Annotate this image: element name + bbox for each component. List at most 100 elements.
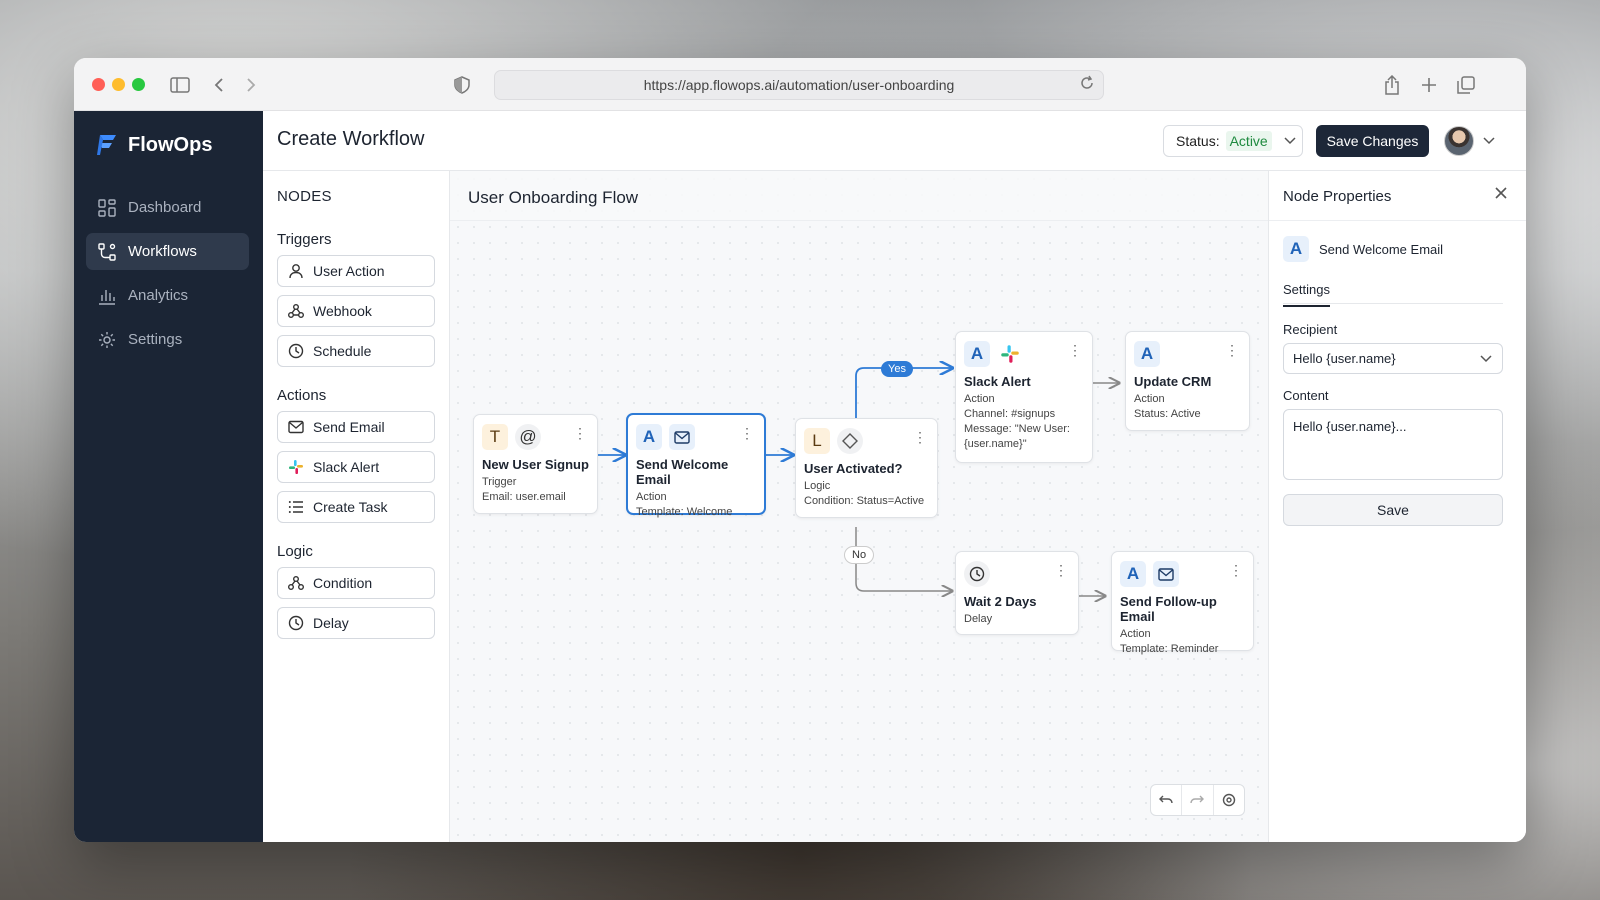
minimize-window-button[interactable] xyxy=(112,78,125,91)
workflow-canvas[interactable]: User Onboarding Flow Yes No T @ ⋮ New Us… xyxy=(450,171,1268,842)
palette-item-schedule[interactable]: Schedule xyxy=(277,335,435,367)
slack-icon xyxy=(997,341,1023,367)
node-menu-icon[interactable]: ⋮ xyxy=(1068,342,1082,359)
edge-label-no: No xyxy=(844,546,875,564)
save-button[interactable]: Save xyxy=(1283,494,1503,526)
action-badge: A xyxy=(1283,236,1309,262)
content-textarea[interactable]: Hello {user.name}... xyxy=(1283,409,1503,480)
action-badge: A xyxy=(1134,341,1160,367)
palette-item-delay[interactable]: Delay xyxy=(277,607,435,639)
sidebar-item-dashboard[interactable]: Dashboard xyxy=(86,189,249,226)
new-tab-icon[interactable] xyxy=(1416,72,1442,98)
node-new-user-signup[interactable]: T @ ⋮ New User Signup Trigger Email: use… xyxy=(473,414,598,514)
account-menu-chevron-icon[interactable] xyxy=(1483,137,1495,145)
node-title: User Activated? xyxy=(804,461,903,476)
node-type: Action xyxy=(636,491,667,503)
node-user-activated[interactable]: L ⋮ User Activated? Logic Condition: Sta… xyxy=(795,418,938,518)
node-detail: Status: Active xyxy=(1134,408,1201,420)
palette-item-send-email[interactable]: Send Email xyxy=(277,411,435,443)
node-menu-icon[interactable]: ⋮ xyxy=(913,429,927,446)
clock-icon xyxy=(288,343,304,359)
node-title: Slack Alert xyxy=(964,374,1031,389)
palette-item-slack-alert[interactable]: Slack Alert xyxy=(277,451,435,483)
tabs-overview-icon[interactable] xyxy=(1453,72,1479,98)
status-dropdown[interactable]: Status: Active xyxy=(1163,125,1303,157)
node-title: Wait 2 Days xyxy=(964,594,1037,609)
close-icon[interactable] xyxy=(1494,186,1508,205)
action-badge: A xyxy=(636,424,662,450)
palette-item-condition[interactable]: Condition xyxy=(277,567,435,599)
palette-item-create-task[interactable]: Create Task xyxy=(277,491,435,523)
redo-icon[interactable] xyxy=(1182,785,1214,815)
maximize-window-button[interactable] xyxy=(132,78,145,91)
flowops-logo-icon xyxy=(97,135,116,155)
workflow-icon xyxy=(98,242,116,261)
node-wait-2-days[interactable]: ⋮ Wait 2 Days Delay xyxy=(955,551,1079,635)
node-send-welcome-email[interactable]: A ⋮ Send Welcome Email Action Template: … xyxy=(626,413,766,518)
close-window-button[interactable] xyxy=(92,78,105,91)
recipient-value: Hello {user.name} xyxy=(1293,351,1396,366)
reload-icon[interactable] xyxy=(1079,75,1095,94)
node-detail: Template: Reminder xyxy=(1120,643,1219,655)
list-icon xyxy=(288,501,303,513)
sidebar-item-analytics[interactable]: Analytics xyxy=(86,277,249,314)
selected-node-summary: A Send Welcome Email xyxy=(1283,236,1443,262)
recipient-select[interactable]: Hello {user.name} xyxy=(1283,343,1503,374)
palette-item-webhook[interactable]: Webhook xyxy=(277,295,435,327)
tab-divider xyxy=(1283,303,1503,304)
palette-section-logic: Logic xyxy=(277,543,313,560)
grid-icon xyxy=(98,198,116,217)
avatar[interactable] xyxy=(1444,126,1474,156)
chevron-down-icon xyxy=(1480,351,1492,366)
save-changes-button[interactable]: Save Changes xyxy=(1316,125,1429,157)
palette-section-triggers: Triggers xyxy=(277,231,332,248)
mail-icon xyxy=(669,424,695,450)
share-icon[interactable] xyxy=(1379,72,1405,98)
user-icon xyxy=(289,264,303,279)
properties-header: Node Properties xyxy=(1269,171,1526,221)
palette-item-label: Condition xyxy=(313,575,373,591)
node-title: New User Signup xyxy=(482,457,589,472)
node-send-follow-up-email[interactable]: A ⋮ Send Follow-up Email Action Template… xyxy=(1111,551,1254,655)
palette-item-label: Webhook xyxy=(313,303,372,319)
sidebar-item-settings[interactable]: Settings xyxy=(86,321,249,358)
node-menu-icon[interactable]: ⋮ xyxy=(740,425,754,442)
palette-item-user-action[interactable]: User Action xyxy=(277,255,435,287)
undo-icon[interactable] xyxy=(1151,785,1183,815)
action-badge: A xyxy=(1120,561,1146,587)
node-type: Action xyxy=(964,393,995,405)
action-badge: A xyxy=(964,341,990,367)
url-text: https://app.flowops.ai/automation/user-o… xyxy=(643,77,955,93)
palette-section-actions: Actions xyxy=(277,387,327,404)
node-detail: Channel: #signups xyxy=(964,408,1056,420)
webhook-icon xyxy=(288,304,304,318)
palette-item-label: Send Email xyxy=(313,419,385,435)
node-update-crm[interactable]: A ⋮ Update CRM Action Status: Active xyxy=(1125,331,1250,431)
node-slack-alert[interactable]: A ⋮ Slack Alert Action Channel: #signups… xyxy=(955,331,1093,463)
mail-icon xyxy=(1153,561,1179,587)
address-bar[interactable]: https://app.flowops.ai/automation/user-o… xyxy=(494,70,1104,100)
trigger-badge: T xyxy=(482,424,508,450)
node-type: Action xyxy=(1120,628,1151,640)
palette-item-label: User Action xyxy=(313,263,385,279)
forward-icon[interactable] xyxy=(238,72,264,98)
sidebar-item-label: Workflows xyxy=(128,243,197,260)
node-menu-icon[interactable]: ⋮ xyxy=(1225,342,1239,359)
status-badge: Active xyxy=(1225,131,1272,151)
node-menu-icon[interactable]: ⋮ xyxy=(1054,562,1068,579)
shield-icon[interactable] xyxy=(449,72,475,98)
chevron-down-icon xyxy=(1284,137,1296,145)
palette-item-label: Delay xyxy=(313,615,349,631)
sidebar-item-workflows[interactable]: Workflows xyxy=(86,233,249,270)
node-type: Action xyxy=(1134,393,1165,405)
gear-icon xyxy=(99,331,115,348)
fit-view-icon[interactable] xyxy=(1214,785,1244,815)
node-properties-panel: Node Properties A Send Welcome Email Set… xyxy=(1268,171,1526,842)
recipient-label: Recipient xyxy=(1283,322,1338,337)
brand[interactable]: FlowOps xyxy=(96,133,212,157)
node-title: Send Follow-up Email xyxy=(1120,594,1217,624)
node-menu-icon[interactable]: ⋮ xyxy=(573,425,587,442)
sidebar-toggle-icon[interactable] xyxy=(167,72,193,98)
back-icon[interactable] xyxy=(206,72,232,98)
node-menu-icon[interactable]: ⋮ xyxy=(1229,562,1243,579)
